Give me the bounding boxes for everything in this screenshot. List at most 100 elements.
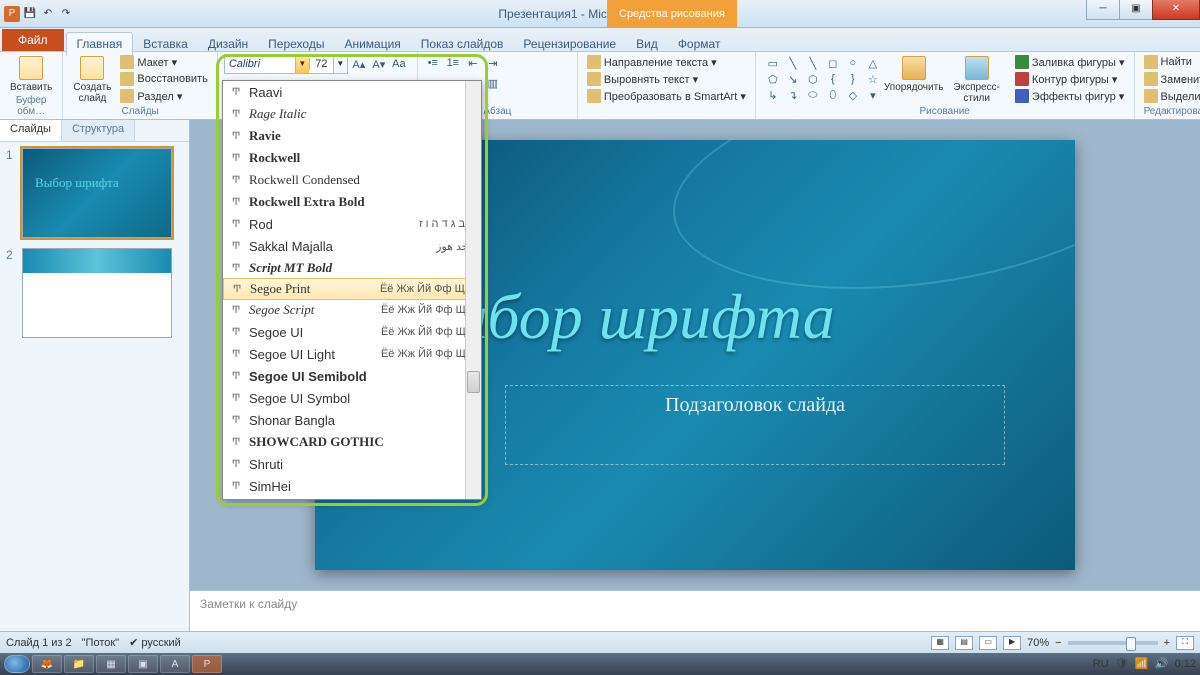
- close-button[interactable]: ✕: [1152, 0, 1200, 20]
- tray-volume-icon[interactable]: 🔊: [1155, 657, 1169, 671]
- font-option[interactable]: ͲSimplified Arabicأبجد هوز: [223, 497, 481, 499]
- font-option[interactable]: ͲSakkal Majallaأبجد هوز: [223, 235, 481, 257]
- font-option[interactable]: ͲSegoe UI Semibold: [223, 365, 481, 387]
- tray-network-icon[interactable]: 📶: [1135, 657, 1149, 671]
- tray-lang[interactable]: RU: [1093, 658, 1109, 670]
- notes-pane[interactable]: Заметки к слайду: [190, 590, 1200, 631]
- group-label: Буфер обм…: [6, 95, 56, 119]
- task-app-icon[interactable]: A: [160, 655, 190, 673]
- font-option[interactable]: ͲRavie: [223, 125, 481, 147]
- quick-styles-button[interactable]: Экспресс-стили: [943, 54, 1009, 106]
- redo-icon[interactable]: ↷: [58, 6, 74, 22]
- file-tab[interactable]: Файл: [2, 29, 64, 51]
- columns-icon[interactable]: ▥: [484, 74, 502, 92]
- fit-window-icon[interactable]: ⛶: [1176, 636, 1194, 650]
- paste-button[interactable]: Вставить: [6, 54, 56, 95]
- slide-title[interactable]: Выбор шрифта: [405, 280, 1055, 354]
- ribbon-tabs: Файл ГлавнаяВставкаДизайнПереходыАнимаци…: [0, 28, 1200, 52]
- font-option[interactable]: ͲSegoe UI LightЁё Жж Йй Фф Щщ: [223, 343, 481, 365]
- group-label: [584, 117, 749, 119]
- group-label: Редактирование: [1141, 106, 1200, 119]
- scrollbar-thumb[interactable]: [467, 371, 480, 393]
- font-option[interactable]: ͲRodא ב ג ד ה ו ז: [223, 213, 481, 235]
- arrange-button[interactable]: Упорядочить: [886, 54, 942, 95]
- thumbnail-2[interactable]: 2: [6, 248, 183, 338]
- reset-button[interactable]: Восстановить: [117, 71, 210, 87]
- clear-format-icon[interactable]: Aa: [390, 55, 408, 73]
- new-slide-button[interactable]: Создать слайд: [69, 54, 115, 106]
- font-option[interactable]: ͲRockwell Extra Bold: [223, 191, 481, 213]
- status-theme: "Поток": [82, 637, 119, 649]
- zoom-slider[interactable]: [1068, 641, 1158, 645]
- view-slideshow-icon[interactable]: ▶: [1003, 636, 1021, 650]
- select-button[interactable]: Выделить ▾: [1141, 88, 1200, 104]
- font-option[interactable]: ͲShruti: [223, 453, 481, 475]
- smartart-button[interactable]: Преобразовать в SmartArt ▾: [584, 88, 749, 104]
- start-button[interactable]: [4, 655, 30, 673]
- font-option[interactable]: ͲRaavi: [223, 81, 481, 103]
- status-language[interactable]: ✔ русский: [129, 636, 181, 649]
- font-option[interactable]: ͲScript MT Bold: [223, 257, 481, 279]
- quick-access-toolbar: P 💾 ↶ ↷: [0, 4, 78, 24]
- scrollbar[interactable]: [465, 81, 481, 499]
- font-option[interactable]: ͲSegoe UIЁё Жж Йй Фф Щщ: [223, 321, 481, 343]
- ribbon: Вставить Буфер обм… Создать слайд Макет …: [0, 52, 1200, 120]
- maximize-button[interactable]: ▣: [1119, 0, 1153, 20]
- indent-dec-icon[interactable]: ⇤: [464, 54, 482, 72]
- tab-outline[interactable]: Структура: [62, 120, 135, 141]
- undo-icon[interactable]: ↶: [40, 6, 56, 22]
- tray-clock[interactable]: 0:12: [1175, 658, 1196, 670]
- shrink-font-icon[interactable]: A▾: [370, 55, 388, 73]
- window-title: Презентация1 - Microsoft PowerPoint: [0, 7, 1200, 21]
- zoom-in-icon[interactable]: +: [1164, 637, 1170, 649]
- layout-button[interactable]: Макет ▾: [117, 54, 210, 70]
- replace-button[interactable]: Заменить ▾: [1141, 71, 1200, 87]
- system-tray: RU 🛡 📶 🔊 0:12: [1093, 657, 1196, 671]
- font-size-dropdown-icon[interactable]: ▼: [333, 55, 347, 73]
- font-option[interactable]: ͲSimHei: [223, 475, 481, 497]
- font-size-value[interactable]: 72: [309, 58, 333, 70]
- tray-shield-icon[interactable]: 🛡: [1115, 657, 1129, 671]
- font-option[interactable]: ͲRage Italic: [223, 103, 481, 125]
- shapes-gallery[interactable]: ▭╲╲◻○△ ⬠↘⬡{}☆ ↳↴⬭⬯◇▾: [762, 54, 884, 104]
- shape-effects-button[interactable]: Эффекты фигур ▾: [1012, 88, 1128, 104]
- save-icon[interactable]: 💾: [22, 6, 38, 22]
- task-firefox-icon[interactable]: 🦊: [32, 655, 62, 673]
- font-name-dropdown-icon[interactable]: ▼: [295, 55, 309, 73]
- shape-fill-button[interactable]: Заливка фигуры ▾: [1012, 54, 1128, 70]
- font-dropdown[interactable]: ͲRaaviͲRage ItalicͲRavieͲRockwellͲRockwe…: [222, 80, 482, 500]
- bullets-icon[interactable]: •≡: [424, 54, 442, 72]
- font-option[interactable]: ͲShonar Bangla: [223, 409, 481, 431]
- numbering-icon[interactable]: 1≡: [444, 54, 462, 72]
- find-button[interactable]: Найти: [1141, 54, 1200, 70]
- slide-subtitle-placeholder[interactable]: Подзаголовок слайда: [505, 385, 1005, 465]
- indent-inc-icon[interactable]: ⇥: [484, 54, 502, 72]
- minimize-button[interactable]: ─: [1086, 0, 1120, 20]
- font-option[interactable]: ͲRockwell: [223, 147, 481, 169]
- align-text-button[interactable]: Выровнять текст ▾: [584, 71, 749, 87]
- font-option[interactable]: ͲSegoe UI Symbol: [223, 387, 481, 409]
- view-reading-icon[interactable]: ▭: [979, 636, 997, 650]
- status-bar: Слайд 1 из 2 "Поток" ✔ русский ▦ ▤ ▭ ▶ 7…: [0, 631, 1200, 653]
- task-app-icon[interactable]: ▦: [96, 655, 126, 673]
- font-option[interactable]: ͲSegoe ScriptЁё Жж Йй Фф Щщ: [223, 299, 481, 321]
- contextual-tab-label: Средства рисования: [607, 0, 737, 28]
- group-paragraph-ext: Направление текста ▾ Выровнять текст ▾ П…: [578, 52, 756, 119]
- font-option[interactable]: ͲSHOWCARD GOTHIC: [223, 431, 481, 453]
- task-explorer-icon[interactable]: 📁: [64, 655, 94, 673]
- tab-slides[interactable]: Слайды: [0, 120, 62, 141]
- task-powerpoint-icon[interactable]: P: [192, 655, 222, 673]
- zoom-value: 70%: [1027, 637, 1049, 649]
- font-option[interactable]: ͲSegoe PrintЁё Жж Йй Фф Щщ: [223, 278, 481, 300]
- font-option[interactable]: ͲRockwell Condensed: [223, 169, 481, 191]
- font-name-combo[interactable]: Calibri ▼ 72 ▼: [224, 54, 348, 74]
- shape-outline-button[interactable]: Контур фигуры ▾: [1012, 71, 1128, 87]
- task-app-icon[interactable]: ▣: [128, 655, 158, 673]
- zoom-out-icon[interactable]: −: [1055, 637, 1061, 649]
- view-sorter-icon[interactable]: ▤: [955, 636, 973, 650]
- thumbnail-1[interactable]: 1 Выбор шрифта: [6, 148, 183, 238]
- grow-font-icon[interactable]: A▴: [350, 55, 368, 73]
- text-direction-button[interactable]: Направление текста ▾: [584, 54, 749, 70]
- view-normal-icon[interactable]: ▦: [931, 636, 949, 650]
- section-button[interactable]: Раздел ▾: [117, 88, 210, 104]
